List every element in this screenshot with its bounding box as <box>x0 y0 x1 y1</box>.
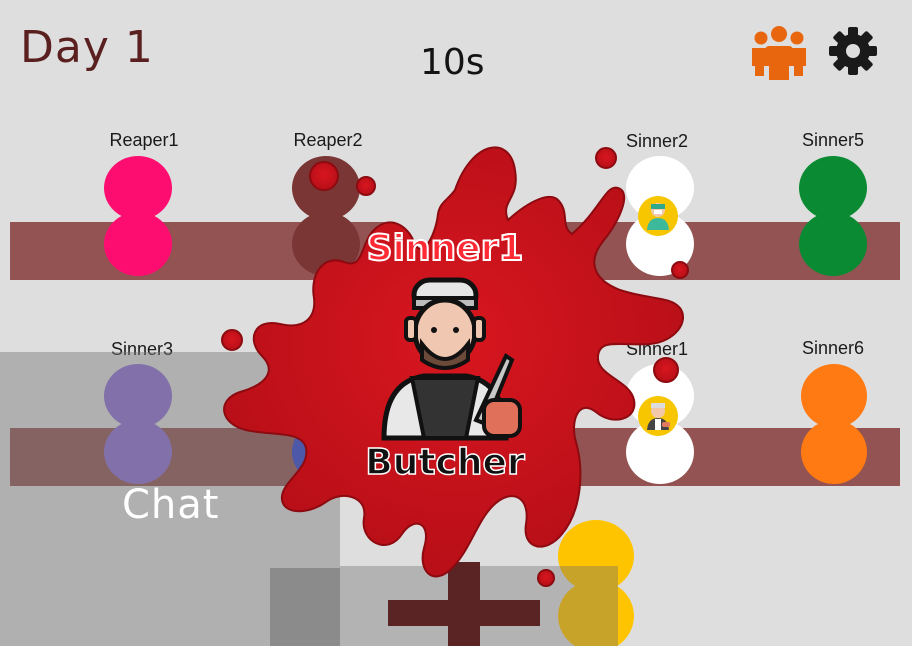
reveal-role-name: Butcher <box>365 441 526 484</box>
day-label: Day 1 <box>20 22 154 73</box>
player-name: Reaper1 <box>109 130 179 150</box>
player-pawn-sinner5[interactable] <box>797 156 869 276</box>
settings-button[interactable] <box>828 26 878 76</box>
group-icon <box>752 26 806 80</box>
reveal-player-name: Sinner1 <box>366 227 525 270</box>
chat-label: Chat <box>122 482 220 528</box>
blood-splat-icon <box>221 146 689 587</box>
player-name: Sinner6 <box>801 338 865 358</box>
role-reveal: Sinner1 Butcher <box>210 130 700 590</box>
player-name: Sinner5 <box>801 130 865 150</box>
player-pawn-reaper1[interactable] <box>102 156 174 276</box>
timer: 10s <box>420 42 485 83</box>
player-pawn-sinner6[interactable] <box>800 364 872 484</box>
gear-icon <box>829 27 877 75</box>
players-button[interactable] <box>748 24 810 82</box>
